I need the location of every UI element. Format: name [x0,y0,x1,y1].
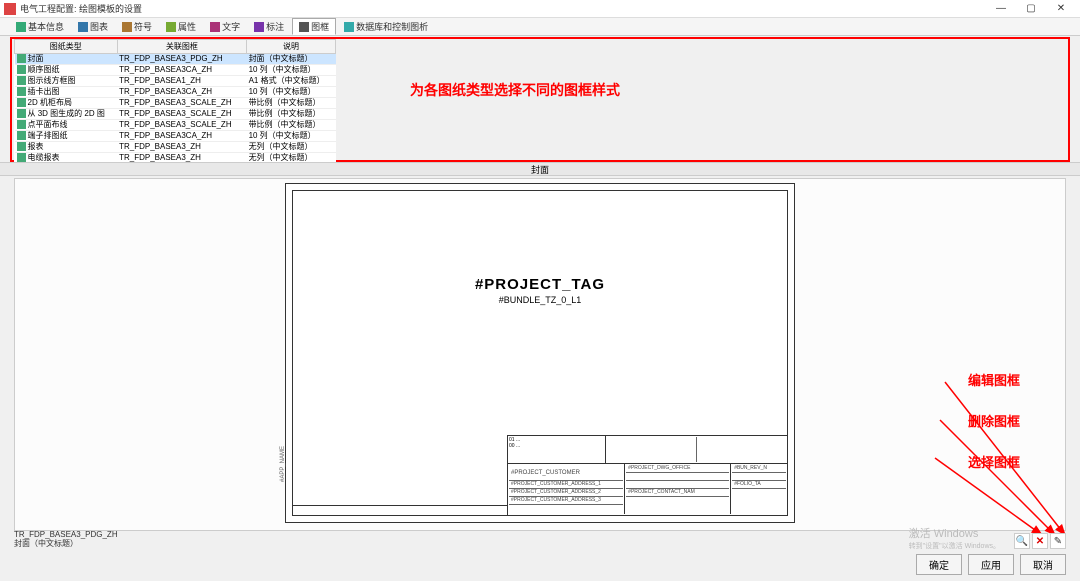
table-row[interactable]: 插卡出图TR_FDP_BASEA3CA_ZH10 列（中文标题） [15,87,336,98]
tab-property[interactable]: 属性 [160,19,202,34]
tb-office: #PROJECT_DWG_OFFICE [626,465,729,473]
bottom-left-block [293,505,508,515]
bundle-text: #BUNDLE_TZ_0_L1 [293,295,787,305]
table-row[interactable]: 点平面布线TR_FDP_BASEA3_SCALE_ZH带比例（中文标题） [15,120,336,131]
col-header-desc[interactable]: 说明 [247,40,336,54]
col-header-frame[interactable]: 关联图框 [117,40,246,54]
tab-text[interactable]: 文字 [204,19,246,34]
maximize-button[interactable]: ▢ [1016,1,1046,17]
status-line1: TR_FDP_BASEA3_PDG_ZH [14,530,118,539]
drawing-frame: #PROJECT_TAG #BUNDLE_TZ_0_L1 #APP_NAME 0… [285,183,795,523]
delete-frame-button[interactable]: ✕ [1032,533,1048,549]
toolbar-tabs: 基本信息 图表 符号 属性 文字 标注 图框 数据库和控制图析 [0,18,1080,36]
tab-frame[interactable]: 图框 [292,18,336,35]
minimize-button[interactable]: — [986,1,1016,17]
window-title: 电气工程配置: 绘图模板的设置 [20,2,986,15]
annotation-edit: 编辑图框 [968,370,1020,389]
status-line2: 封面（中文标题） [14,539,118,548]
title-block: 01 ...00 ... #PROJECT_CUSTOMER #PROJECT_… [507,435,787,515]
tab-chart[interactable]: 图表 [72,19,114,34]
annotation-main: 为各图纸类型选择不同的图框样式 [410,80,620,100]
table-row[interactable]: 端子排图纸TR_FDP_BASEA3CA_ZH10 列（中文标题） [15,131,336,142]
tb-rev: #BUN_REV_N [732,465,786,473]
project-tag-text: #PROJECT_TAG [293,276,787,293]
table-row[interactable]: 图示线方框图TR_FDP_BASEA1_ZHA1 格式（中文标题） [15,76,336,87]
status-bar: TR_FDP_BASEA3_PDG_ZH 封面（中文标题） [14,530,118,548]
close-button[interactable]: ✕ [1046,1,1076,17]
app-name-vertical: #APP_NAME [280,446,286,482]
col-header-type[interactable]: 图纸类型 [15,40,118,54]
tab-symbol[interactable]: 符号 [116,19,158,34]
apply-button[interactable]: 应用 [968,554,1014,575]
frame-action-buttons: 🔍 ✕ ✎ [1014,533,1066,549]
tb-contact: #PROJECT_CONTACT_NAM [626,489,729,497]
tab-basic-info[interactable]: 基本信息 [10,19,70,34]
tb-folio: #FOLIO_TA [732,481,786,489]
tab-dimension[interactable]: 标注 [248,19,290,34]
edit-frame-button[interactable]: ✎ [1050,533,1066,549]
annotation-select: 选择图框 [968,452,1020,471]
tb-customer: #PROJECT_CUSTOMER [509,465,623,481]
tb-addr1: #PROJECT_CUSTOMER_ADDRESS_1 [509,481,623,489]
table-row[interactable]: 2D 机柜布局TR_FDP_BASEA3_SCALE_ZH带比例（中文标题） [15,98,336,109]
cancel-button[interactable]: 取消 [1020,554,1066,575]
table-row[interactable]: 顺序图纸TR_FDP_BASEA3CA_ZH10 列（中文标题） [15,65,336,76]
project-tag-block: #PROJECT_TAG #BUNDLE_TZ_0_L1 [293,276,787,305]
frame-type-table: 图纸类型 关联图框 说明 封面TR_FDP_BASEA3_PDG_ZH封面（中文… [14,39,336,164]
ok-button[interactable]: 确定 [916,554,962,575]
tab-database[interactable]: 数据库和控制图析 [338,19,434,34]
app-icon [4,3,16,15]
window-titlebar: 电气工程配置: 绘图模板的设置 — ▢ ✕ [0,0,1080,18]
tb-addr3: #PROJECT_CUSTOMER_ADDRESS_3 [509,497,623,505]
section-label: 封面 [0,162,1080,176]
tb-addr2: #PROJECT_CUSTOMER_ADDRESS_2 [509,489,623,497]
annotation-delete: 删除图框 [968,411,1020,430]
right-annotations: 编辑图框 删除图框 选择图框 [968,370,1020,493]
browse-frame-button[interactable]: 🔍 [1014,533,1030,549]
drawing-preview: #PROJECT_TAG #BUNDLE_TZ_0_L1 #APP_NAME 0… [14,178,1066,531]
table-row[interactable]: 从 3D 图生成的 2D 图TR_FDP_BASEA3_SCALE_ZH带比例（… [15,109,336,120]
table-row[interactable]: 封面TR_FDP_BASEA3_PDG_ZH封面（中文标题） [15,54,336,65]
dialog-footer: 确定 应用 取消 [916,554,1066,575]
windows-watermark: 激活 Windows 转到"设置"以激活 Windows。 [909,525,1000,551]
table-row[interactable]: 报表TR_FDP_BASEA3_ZH无列（中文标题） [15,142,336,153]
